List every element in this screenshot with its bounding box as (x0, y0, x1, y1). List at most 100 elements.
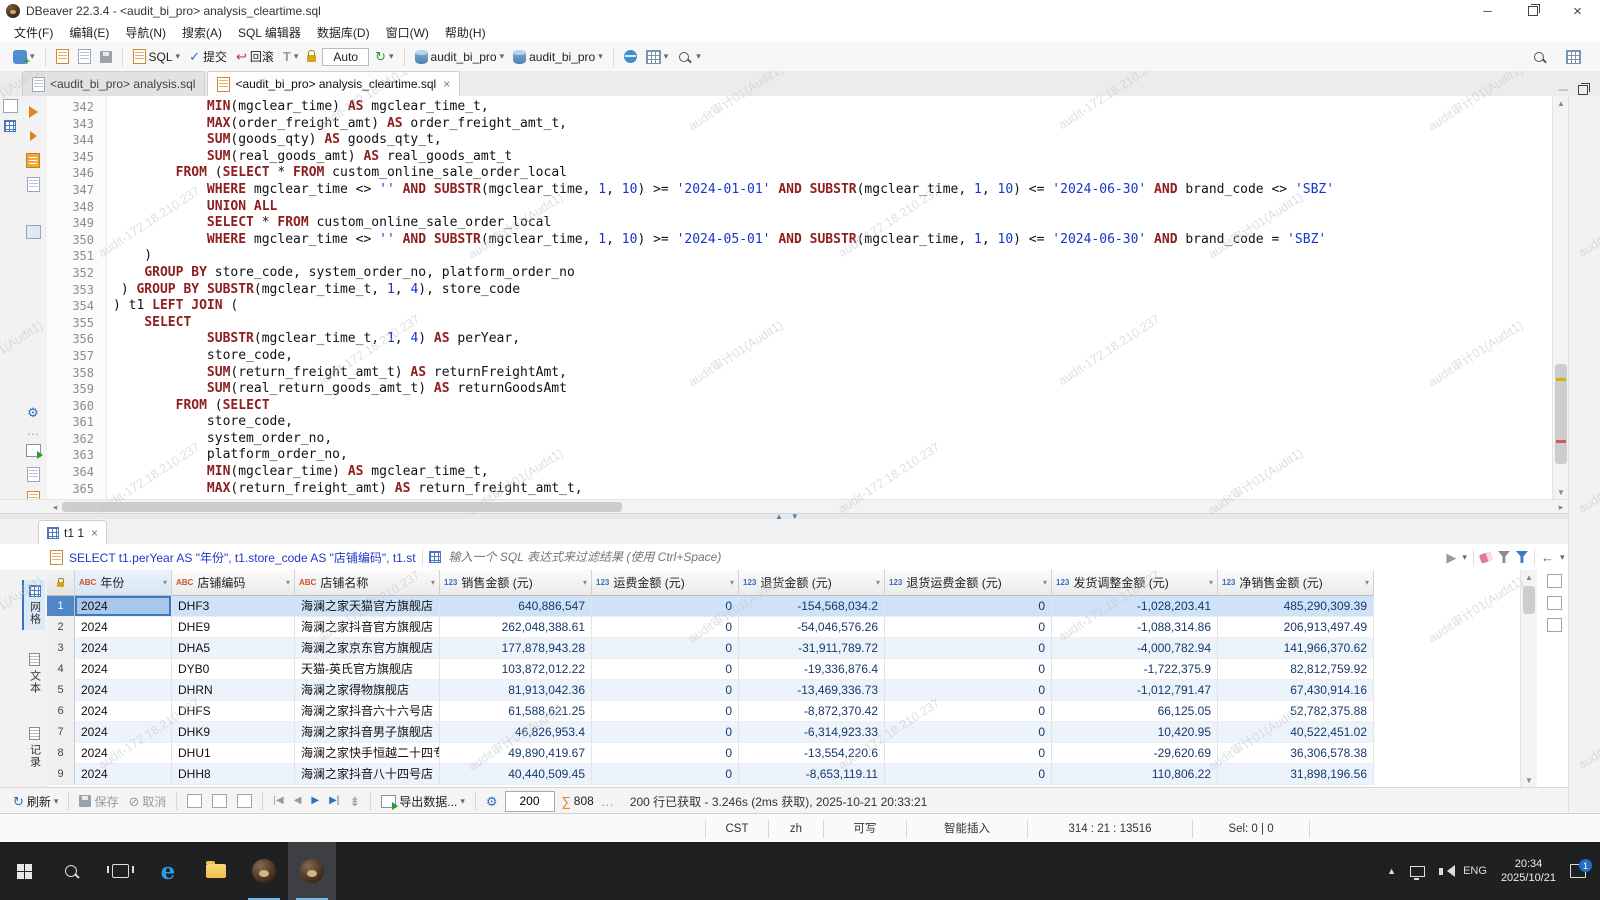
table-cell[interactable]: 0 (885, 743, 1052, 764)
table-cell[interactable]: 海澜之家京东官方旗舰店 (295, 638, 440, 659)
calc-panel-icon[interactable] (1547, 596, 1562, 610)
scroll-up-icon[interactable]: ▲ (1521, 570, 1537, 584)
open-file-button[interactable] (25, 466, 41, 482)
table-cell[interactable]: 52,782,375.88 (1218, 701, 1374, 722)
minimize-view-icon[interactable]: ─ (1559, 83, 1568, 96)
table-cell[interactable]: 67,430,914.16 (1218, 680, 1374, 701)
code-area[interactable]: MIN(mgclear_time) AS mgclear_time_t, MAX… (107, 96, 1553, 499)
table-cell[interactable]: 2024 (75, 638, 172, 659)
table-cell[interactable]: 海澜之家抖音六十六号店 (295, 701, 440, 722)
column-header[interactable]: 123退货金额 (元)▾ (739, 570, 885, 596)
column-filter-caret[interactable]: ▾ (1209, 578, 1213, 587)
column-filter-caret[interactable]: ▾ (286, 578, 290, 587)
first-page-button[interactable]: |◀ (270, 794, 286, 808)
table-cell[interactable]: 110,806.22 (1052, 764, 1218, 785)
table-cell[interactable]: 31,898,196.56 (1218, 764, 1374, 785)
table-cell[interactable]: 40,522,451.02 (1218, 722, 1374, 743)
new-script-button[interactable] (53, 47, 72, 66)
network-profile-button[interactable] (621, 48, 640, 65)
table-cell[interactable]: 485,290,309.39 (1218, 596, 1374, 617)
table-cell[interactable]: 0 (885, 638, 1052, 659)
editor-vertical-scrollbar[interactable]: ▲ ▼ (1552, 96, 1569, 499)
table-cell[interactable]: DHE9 (172, 617, 295, 638)
dbeaver-taskbar-button-active[interactable] (288, 842, 336, 900)
custom-filter-icon[interactable] (429, 551, 441, 563)
table-cell[interactable]: 2024 (75, 722, 172, 743)
table-cell[interactable]: -31,911,789.72 (739, 638, 885, 659)
scrollbar-thumb[interactable] (1523, 586, 1535, 614)
network-icon[interactable] (1410, 866, 1425, 877)
table-cell[interactable]: DHF3 (172, 596, 295, 617)
dbeaver-taskbar-button[interactable] (240, 842, 288, 900)
column-filter-caret[interactable]: ▾ (1365, 578, 1369, 587)
table-cell[interactable]: 206,913,497.49 (1218, 617, 1374, 638)
column-header[interactable]: 123销售金额 (元)▾ (440, 570, 592, 596)
table-cell[interactable]: 103,872,012.22 (440, 659, 592, 680)
refresh-connection-button[interactable]: ↻▾ (372, 48, 396, 65)
value-panel-icon[interactable] (1547, 574, 1562, 588)
settings-gear-button[interactable]: ⚙ (25, 404, 41, 420)
duplicate-row-button[interactable] (209, 792, 230, 810)
menu-item[interactable]: 文件(F) (6, 24, 61, 41)
results-vertical-scrollbar[interactable]: ▲ ▼ (1520, 570, 1537, 787)
table-cell[interactable]: 0 (592, 722, 739, 743)
menu-item[interactable]: 帮助(H) (437, 24, 494, 41)
table-cell[interactable]: 262,048,388.61 (440, 617, 592, 638)
menu-item[interactable]: 窗口(W) (378, 24, 437, 41)
menu-item[interactable]: 搜索(A) (174, 24, 230, 41)
restore-button[interactable] (1510, 0, 1555, 22)
taskbar-search-button[interactable] (48, 842, 96, 900)
table-cell[interactable]: 海澜之家快手恒越二十四专卖店 (295, 743, 440, 764)
save-result-button[interactable]: 保存 (76, 791, 121, 812)
column-filter-caret[interactable]: ▾ (730, 578, 734, 587)
panel-toggle-icon[interactable] (2, 98, 18, 114)
table-cell[interactable]: -19,336,876.4 (739, 659, 885, 680)
history-back-icon[interactable]: ← (1541, 551, 1554, 564)
table-cell[interactable]: 66,125.05 (1052, 701, 1218, 722)
table-cell[interactable]: -1,722,375.9 (1052, 659, 1218, 680)
taskbar-clock[interactable]: 20:34 2025/10/21 (1501, 857, 1556, 885)
table-cell[interactable]: -13,554,220.6 (739, 743, 885, 764)
table-cell[interactable]: 40,440,509.45 (440, 764, 592, 785)
table-cell[interactable]: DHRN (172, 680, 295, 701)
table-cell[interactable]: DHFS (172, 701, 295, 722)
table-cell[interactable]: 海澜之家抖音男子旗舰店 (295, 722, 440, 743)
transaction-mode-button[interactable]: T▾ (280, 48, 301, 65)
menu-item[interactable]: 编辑(E) (61, 24, 117, 41)
fetch-page-button[interactable]: ⇟ (346, 793, 363, 810)
table-cell[interactable]: 0 (885, 701, 1052, 722)
column-filter-caret[interactable]: ▾ (163, 578, 167, 587)
row-number[interactable]: 1 (47, 596, 75, 617)
table-cell[interactable]: -8,653,119.11 (739, 764, 885, 785)
rollback-button[interactable]: ↩回滚 (233, 46, 277, 67)
export-result-button[interactable] (25, 442, 41, 458)
table-cell[interactable]: DHA5 (172, 638, 295, 659)
table-cell[interactable]: 0 (592, 659, 739, 680)
table-cell[interactable]: 0 (592, 617, 739, 638)
column-header[interactable]: ABC店铺名称▾ (295, 570, 440, 596)
table-cell[interactable]: -1,088,314.86 (1052, 617, 1218, 638)
explain-plan-button[interactable] (25, 176, 41, 192)
execute-new-tab-button[interactable] (25, 128, 41, 144)
execute-script-button[interactable] (25, 152, 41, 168)
action-center-icon[interactable]: 1 (1570, 864, 1586, 878)
clear-filter-icon[interactable] (1479, 551, 1493, 564)
export-command-button[interactable] (25, 224, 41, 240)
filter-input[interactable] (447, 549, 1441, 565)
table-cell[interactable]: DHH8 (172, 764, 295, 785)
row-number[interactable]: 8 (47, 743, 75, 764)
add-row-button[interactable] (184, 792, 205, 810)
commit-button[interactable]: ✓提交 (186, 46, 230, 67)
file-explorer-button[interactable] (192, 842, 240, 900)
cancel-result-button[interactable]: ⊘取消 (125, 791, 169, 812)
table-cell[interactable]: 177,878,943.28 (440, 638, 592, 659)
row-number[interactable]: 9 (47, 764, 75, 785)
table-cell[interactable]: 0 (885, 617, 1052, 638)
table-cell[interactable]: 海澜之家得物旗舰店 (295, 680, 440, 701)
grid-corner-cell[interactable] (47, 570, 75, 596)
table-cell[interactable]: 0 (592, 638, 739, 659)
quick-search-button[interactable] (1529, 48, 1551, 66)
table-cell[interactable]: -29,620.69 (1052, 743, 1218, 764)
editor-horizontal-scrollbar[interactable]: ◂ ▸ (0, 499, 1600, 514)
column-header[interactable]: 123净销售金额 (元)▾ (1218, 570, 1374, 596)
